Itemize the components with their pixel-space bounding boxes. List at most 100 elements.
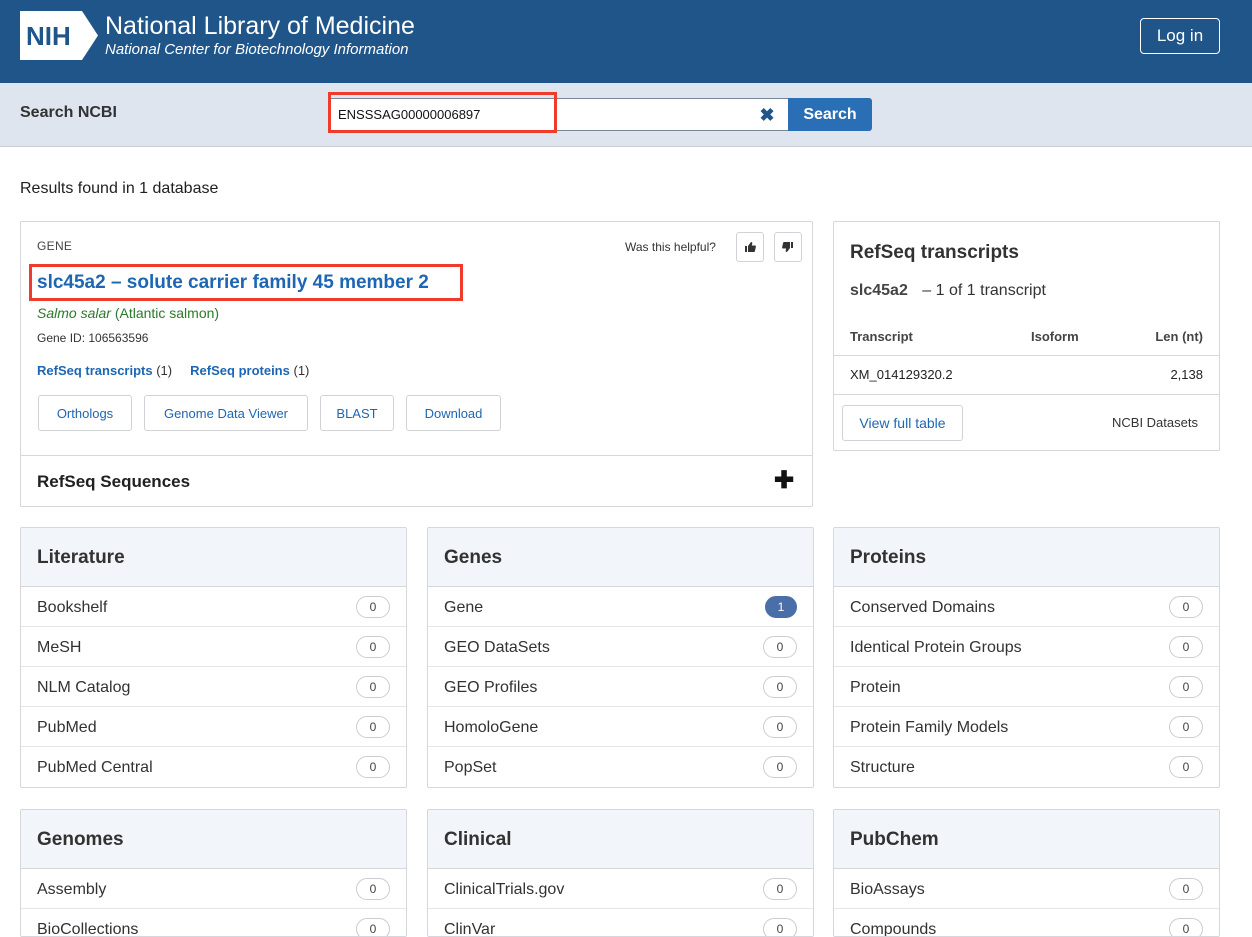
transcript-accession: XM_014129320.2 <box>850 367 953 382</box>
download-button[interactable]: Download <box>406 395 501 431</box>
list-item-label[interactable]: Conserved Domains <box>850 599 995 616</box>
category-title: Clinical <box>428 810 813 869</box>
count-badge: 1 <box>765 596 797 618</box>
category-card-literature: Literature Bookshelf 0 MeSH 0 NLM Catalog 0… <box>20 527 407 788</box>
refseq-links: RefSeq transcripts (1) RefSeq proteins (… <box>37 363 309 378</box>
gene-highlight-box <box>29 264 463 301</box>
count-badge: 0 <box>356 716 390 738</box>
list-item[interactable]: Structure 0 <box>834 747 1219 787</box>
count-badge: 0 <box>1169 596 1203 618</box>
list-item[interactable]: BioCollections 0 <box>21 909 406 936</box>
list-item[interactable]: GEO Profiles 0 <box>428 667 813 707</box>
list-item[interactable]: PopSet 0 <box>428 747 813 787</box>
count-badge: 0 <box>1169 716 1203 738</box>
refseq-card-subtitle: slc45a2 – 1 of 1 transcript <box>850 282 1046 300</box>
search-button[interactable]: Search <box>788 98 872 131</box>
gene-result-card: GENE Was this helpful? slc45a2 – solute … <box>20 221 813 507</box>
orthologs-button[interactable]: Orthologs <box>38 395 132 431</box>
refseq-card-title: RefSeq transcripts <box>850 242 1019 263</box>
count-badge: 0 <box>356 596 390 618</box>
transcript-length: 2,138 <box>1170 367 1203 382</box>
list-item[interactable]: MeSH 0 <box>21 627 406 667</box>
count-badge: 0 <box>1169 918 1203 936</box>
list-item[interactable]: HomoloGene 0 <box>428 707 813 747</box>
list-item-label[interactable]: BioAssays <box>850 881 925 898</box>
result-type-label: GENE <box>37 239 73 253</box>
count-badge: 0 <box>763 756 797 778</box>
list-item-label[interactable]: MeSH <box>37 639 81 656</box>
list-item-label[interactable]: Bookshelf <box>37 599 107 616</box>
list-item-label[interactable]: NLM Catalog <box>37 679 130 696</box>
category-card-pubchem: PubChem BioAssays 0 Compounds 0 <box>833 809 1220 937</box>
list-item-label[interactable]: Identical Protein Groups <box>850 639 1022 656</box>
list-item[interactable]: Bookshelf 0 <box>21 587 406 627</box>
table-divider <box>834 394 1219 395</box>
list-item[interactable]: BioAssays 0 <box>834 869 1219 909</box>
search-label: Search NCBI <box>20 104 117 121</box>
list-item-label[interactable]: Protein <box>850 679 901 696</box>
list-item[interactable]: PubMed Central 0 <box>21 747 406 787</box>
refseq-transcripts-card: RefSeq transcripts slc45a2 – 1 of 1 tran… <box>833 221 1220 451</box>
list-item-label[interactable]: GEO DataSets <box>444 639 550 656</box>
list-item-label[interactable]: ClinVar <box>444 921 495 936</box>
list-item[interactable]: Assembly 0 <box>21 869 406 909</box>
list-item-label[interactable]: PubMed Central <box>37 759 153 776</box>
list-item-label[interactable]: ClinicalTrials.gov <box>444 881 564 898</box>
list-item[interactable]: Identical Protein Groups 0 <box>834 627 1219 667</box>
nih-logo[interactable]: NIH <box>20 11 98 60</box>
refseq-proteins-link[interactable]: RefSeq proteins <box>190 363 290 378</box>
count-badge: 0 <box>763 716 797 738</box>
site-title[interactable]: National Library of Medicine <box>105 12 415 40</box>
list-item[interactable]: NLM Catalog 0 <box>21 667 406 707</box>
refseq-transcripts-link[interactable]: RefSeq transcripts <box>37 363 153 378</box>
list-item-label[interactable]: PubMed <box>37 719 97 736</box>
close-icon[interactable]: ✖ <box>757 105 777 125</box>
category-title: PubChem <box>834 810 1219 869</box>
list-item[interactable]: ClinicalTrials.gov 0 <box>428 869 813 909</box>
list-item[interactable]: Gene 1 <box>428 587 813 627</box>
list-item[interactable]: GEO DataSets 0 <box>428 627 813 667</box>
list-item-label[interactable]: HomoloGene <box>444 719 538 736</box>
divider <box>21 455 812 456</box>
refseq-transcripts-count: (1) <box>156 363 173 378</box>
thumbs-down-button[interactable] <box>774 232 802 262</box>
results-summary: Results found in 1 database <box>20 180 219 197</box>
count-badge: 0 <box>356 676 390 698</box>
category-card-genes: Genes Gene 1 GEO DataSets 0 GEO Profiles 0 … <box>427 527 814 788</box>
list-item[interactable]: Protein Family Models 0 <box>834 707 1219 747</box>
count-badge: 0 <box>763 878 797 900</box>
plus-icon[interactable]: ✚ <box>774 469 794 493</box>
count-badge: 0 <box>356 636 390 658</box>
list-item-label[interactable]: Protein Family Models <box>850 719 1008 736</box>
site-header: NIH National Library of Medicine Nationa… <box>0 0 1252 83</box>
list-item-label[interactable]: Structure <box>850 759 915 776</box>
refseq-sequences-toggle[interactable]: RefSeq Sequences <box>37 472 190 492</box>
list-item[interactable]: Compounds 0 <box>834 909 1219 936</box>
view-full-table-button[interactable]: View full table <box>842 405 963 441</box>
category-card-genomes: Genomes Assembly 0 BioCollections 0 <box>20 809 407 937</box>
list-item[interactable]: PubMed 0 <box>21 707 406 747</box>
list-item-label[interactable]: BioCollections <box>37 921 138 936</box>
list-item-label[interactable]: Gene <box>444 599 483 616</box>
list-item[interactable]: Protein 0 <box>834 667 1219 707</box>
thumbs-up-button[interactable] <box>736 232 764 262</box>
list-item[interactable]: ClinVar 0 <box>428 909 813 936</box>
list-item-label[interactable]: Assembly <box>37 881 106 898</box>
list-item-label[interactable]: PopSet <box>444 759 496 776</box>
login-button[interactable]: Log in <box>1140 18 1220 54</box>
refseq-proteins-count: (1) <box>293 363 310 378</box>
organism-common-name: (Atlantic salmon) <box>114 305 220 321</box>
count-badge: 0 <box>356 878 390 900</box>
blast-button[interactable]: BLAST <box>320 395 394 431</box>
list-item-label[interactable]: Compounds <box>850 921 936 936</box>
category-title: Genomes <box>21 810 406 869</box>
list-item-label[interactable]: GEO Profiles <box>444 679 537 696</box>
genome-data-viewer-button[interactable]: Genome Data Viewer <box>144 395 308 431</box>
count-badge: 0 <box>356 918 390 936</box>
svg-text:NIH: NIH <box>26 21 71 51</box>
helpful-prompt: Was this helpful? <box>625 240 716 254</box>
list-item[interactable]: Conserved Domains 0 <box>834 587 1219 627</box>
transcript-count-text: – 1 of 1 transcript <box>922 282 1046 299</box>
count-badge: 0 <box>763 918 797 936</box>
thumbs-up-icon <box>745 242 756 252</box>
